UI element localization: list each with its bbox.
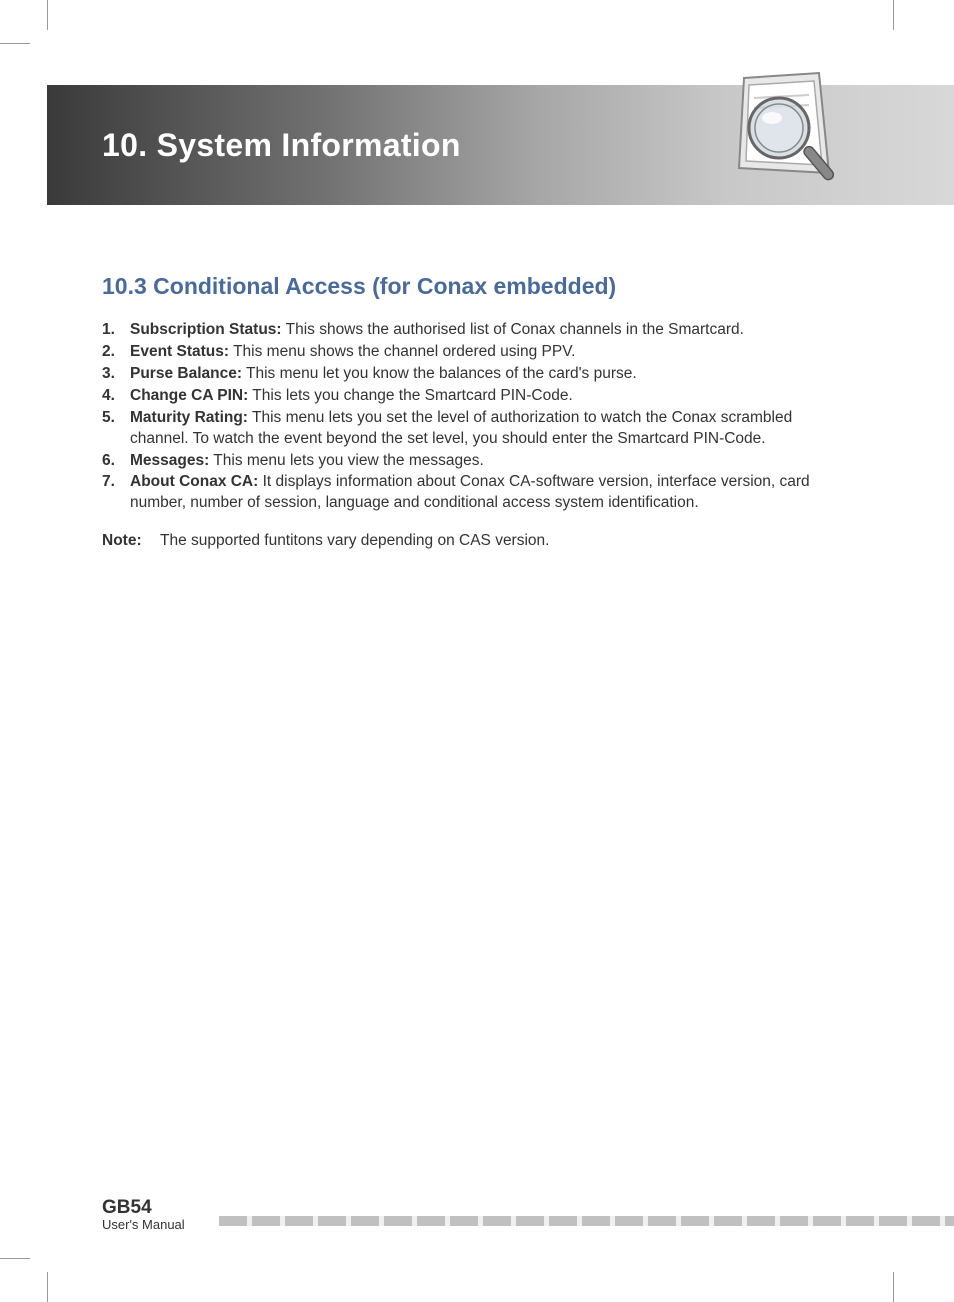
list-item: Purse Balance: This menu let you know th…: [102, 364, 839, 385]
list-item-term: About Conax CA:: [130, 473, 258, 490]
crop-mark: [893, 0, 894, 30]
crop-mark: [0, 1258, 30, 1259]
numbered-list: Subscription Status: This shows the auth…: [102, 320, 839, 514]
crop-marks-bottom: [0, 1257, 954, 1302]
content-area: 10.3 Conditional Access (for Conax embed…: [102, 273, 839, 550]
list-item-term: Messages:: [130, 452, 209, 469]
crop-mark: [47, 1272, 48, 1302]
crop-mark: [0, 43, 30, 44]
list-item-desc: This lets you change the Smartcard PIN-C…: [248, 387, 573, 404]
list-item-desc: This menu let you know the balances of t…: [242, 365, 637, 382]
page-content: 10. System Information 10.3 Conditional …: [47, 43, 894, 1257]
list-item-desc: This shows the authorised list of Conax …: [282, 321, 744, 338]
list-item-term: Purse Balance:: [130, 365, 242, 382]
note-label: Note:: [102, 532, 160, 550]
magnifier-document-icon: [714, 63, 849, 213]
list-item: Change CA PIN: This lets you change the …: [102, 386, 839, 407]
chapter-title: 10. System Information: [102, 127, 461, 164]
list-item: Messages: This menu lets you view the me…: [102, 451, 839, 472]
crop-marks-top: [0, 0, 954, 45]
list-item: Maturity Rating: This menu lets you set …: [102, 408, 839, 450]
list-item-desc: This menu shows the channel ordered usin…: [229, 343, 575, 360]
footer-stripe: [219, 1216, 954, 1226]
list-item-desc: This menu lets you view the messages.: [209, 452, 484, 469]
list-item: About Conax CA: It displays information …: [102, 472, 839, 514]
list-item: Subscription Status: This shows the auth…: [102, 320, 839, 341]
note-row: Note: The supported funtitons vary depen…: [102, 532, 839, 550]
list-item-term: Maturity Rating:: [130, 409, 248, 426]
list-item: Event Status: This menu shows the channe…: [102, 342, 839, 363]
note-text: The supported funtitons vary depending o…: [160, 532, 549, 550]
section-title: 10.3 Conditional Access (for Conax embed…: [102, 273, 839, 300]
list-item-term: Change CA PIN:: [130, 387, 248, 404]
page-footer: GB54 User's Manual: [102, 1197, 954, 1232]
list-item-term: Subscription Status:: [130, 321, 282, 338]
crop-mark: [893, 1272, 894, 1302]
magnifier-document-icon-svg: [714, 63, 849, 213]
crop-mark: [47, 0, 48, 30]
list-item-term: Event Status:: [130, 343, 229, 360]
